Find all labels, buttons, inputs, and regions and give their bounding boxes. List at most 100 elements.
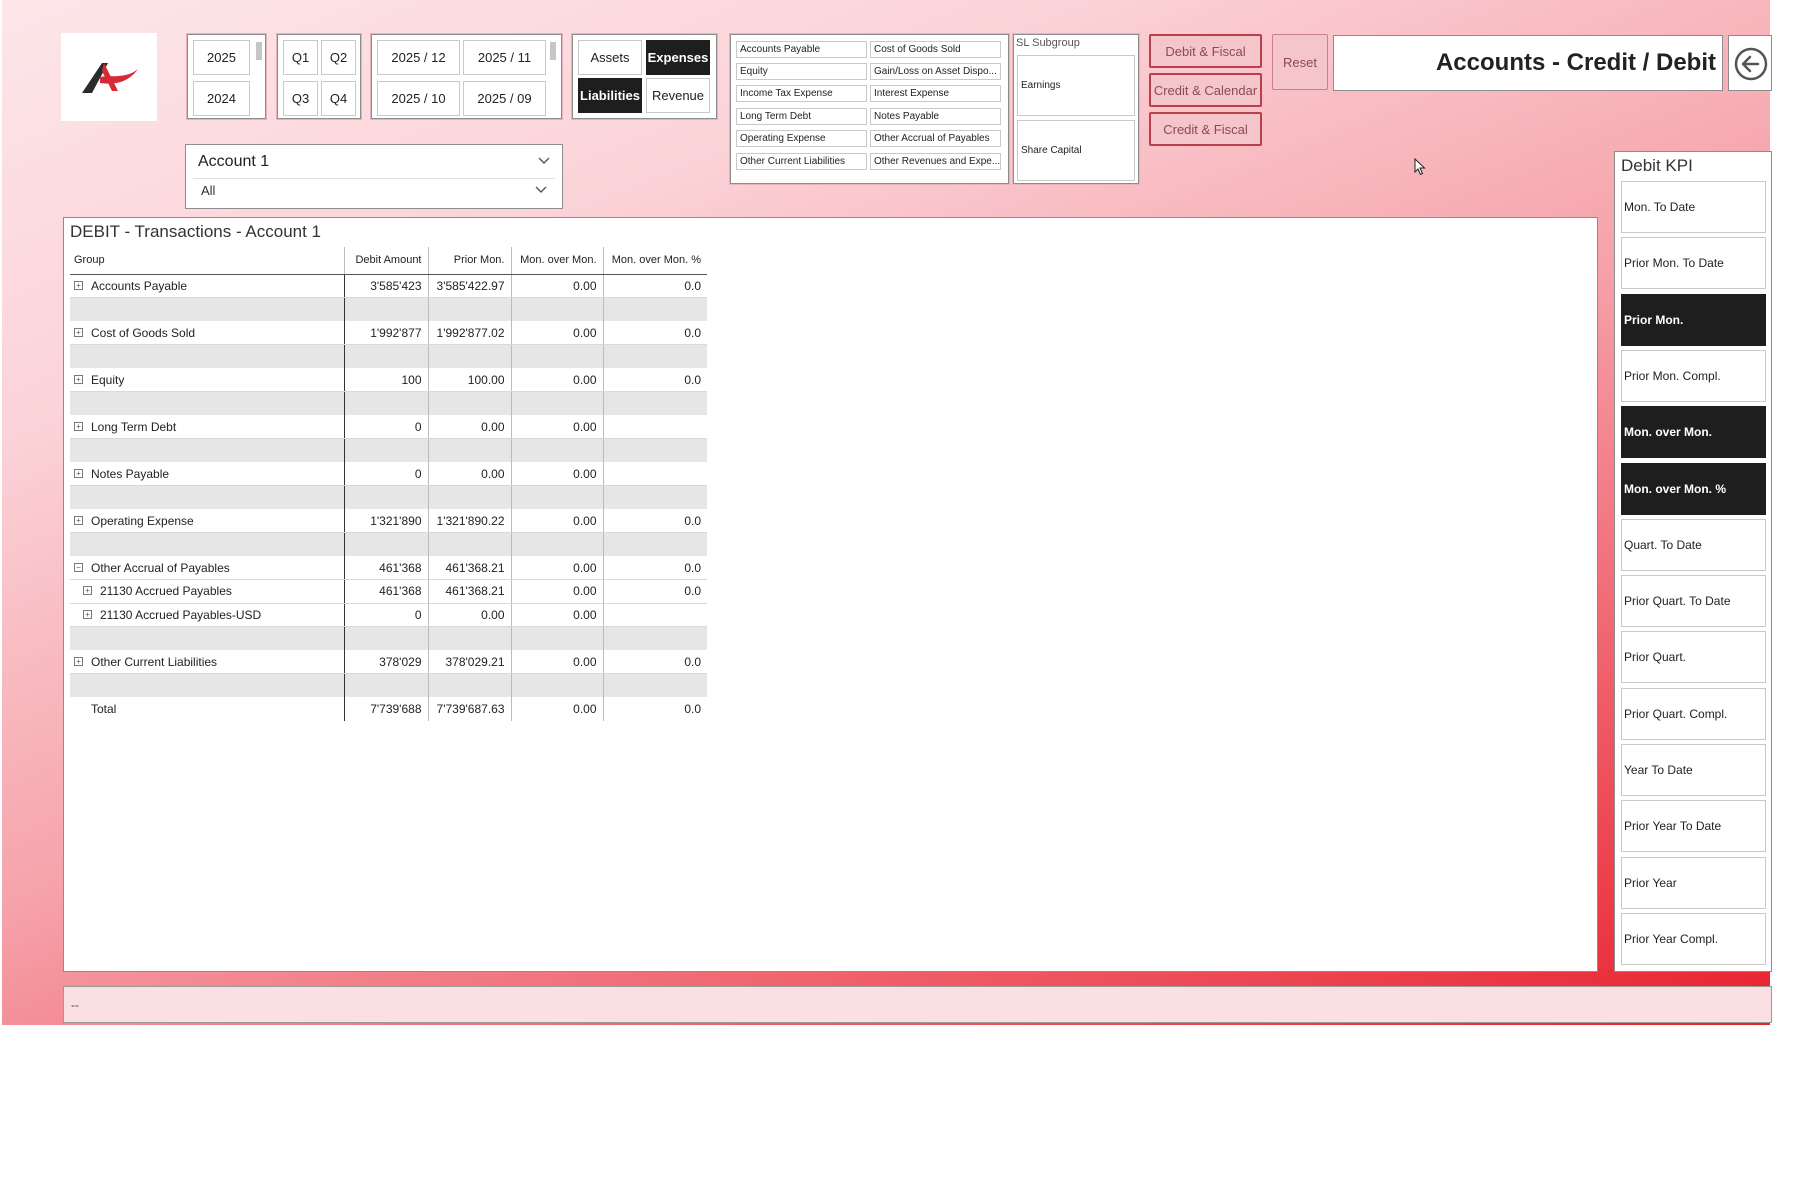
kpi-option[interactable]: Mon. over Mon. bbox=[1621, 406, 1766, 459]
collapse-icon[interactable]: − bbox=[74, 562, 83, 572]
column-header[interactable]: Debit Amount bbox=[344, 247, 429, 275]
row-group-label: Cost of Goods Sold bbox=[91, 325, 196, 340]
quarter-option[interactable]: Q2 bbox=[321, 40, 356, 75]
kpi-option[interactable]: Prior Year Compl. bbox=[1621, 912, 1766, 965]
group-option[interactable]: Long Term Debt bbox=[736, 108, 867, 125]
kpi-option[interactable]: Prior Quart. To Date bbox=[1621, 575, 1766, 628]
reset-button[interactable]: Reset bbox=[1272, 34, 1328, 90]
row-group-cell: + Equity bbox=[70, 368, 344, 392]
spacer-cell bbox=[343, 438, 429, 462]
debit-fiscal-button[interactable]: Debit & Fiscal bbox=[1149, 34, 1262, 68]
chevron-down-icon[interactable] bbox=[538, 157, 550, 165]
column-header[interactable]: Prior Mon. bbox=[428, 247, 512, 275]
group-option[interactable]: Gain/Loss on Asset Dispo... bbox=[870, 63, 1001, 80]
group-option[interactable]: Other Revenues and Expe... bbox=[870, 153, 1001, 170]
account-select[interactable]: All bbox=[193, 178, 555, 202]
quarter-option[interactable]: Q4 bbox=[321, 81, 356, 116]
column-header[interactable]: Mon. over Mon. bbox=[511, 247, 604, 275]
table-spacer-row bbox=[70, 626, 707, 650]
row-group-cell: +21130 Accrued Payables-USD bbox=[70, 603, 344, 627]
category-assets[interactable]: Assets bbox=[578, 40, 642, 75]
kpi-option[interactable]: Mon. To Date bbox=[1621, 181, 1766, 233]
credit-fiscal-button[interactable]: Credit & Fiscal bbox=[1149, 112, 1262, 146]
row-debit-cell: 3'585'423 bbox=[343, 274, 429, 298]
total-debit-cell: 7'739'688 bbox=[343, 697, 429, 721]
kpi-option[interactable]: Year To Date bbox=[1621, 744, 1766, 796]
kpi-option[interactable]: Prior Quart. bbox=[1621, 631, 1766, 684]
expand-icon[interactable]: + bbox=[74, 280, 83, 290]
group-option[interactable]: Other Accrual of Payables bbox=[870, 130, 1001, 147]
chevron-down-icon[interactable] bbox=[535, 186, 547, 194]
column-header[interactable]: Group bbox=[70, 247, 345, 275]
month-scrollbar[interactable] bbox=[550, 42, 556, 60]
row-debit-cell: 461'368 bbox=[343, 579, 429, 604]
quarter-option[interactable]: Q3 bbox=[283, 81, 318, 116]
spacer-cell bbox=[343, 344, 429, 368]
category-revenue[interactable]: Revenue bbox=[646, 78, 710, 113]
row-group-cell: − Other Accrual of Payables bbox=[70, 556, 344, 580]
credit-calendar-button[interactable]: Credit & Calendar bbox=[1149, 73, 1262, 107]
expand-icon[interactable]: + bbox=[74, 656, 83, 666]
month-option[interactable]: 2025 / 12 bbox=[377, 40, 460, 75]
kpi-option[interactable]: Prior Year bbox=[1621, 856, 1766, 909]
spacer-cell bbox=[70, 485, 344, 509]
expand-icon[interactable]: + bbox=[74, 374, 83, 384]
category-expenses[interactable]: Expenses bbox=[646, 40, 710, 75]
row-group-cell: + Other Current Liabilities bbox=[70, 650, 344, 674]
column-header[interactable]: Mon. over Mon. % bbox=[603, 247, 707, 275]
group-option[interactable]: Operating Expense bbox=[736, 130, 867, 147]
group-option[interactable]: Equity bbox=[736, 63, 867, 80]
subgroup-option[interactable]: Share Capital bbox=[1017, 120, 1135, 181]
quarter-option[interactable]: Q1 bbox=[283, 40, 318, 75]
kpi-option[interactable]: Mon. over Mon. % bbox=[1621, 462, 1766, 515]
row-prior-cell: 1'321'890.22 bbox=[428, 509, 512, 533]
kpi-option[interactable]: Prior Year To Date bbox=[1621, 800, 1766, 853]
year-scrollbar[interactable] bbox=[256, 42, 262, 60]
kpi-option[interactable]: Quart. To Date bbox=[1621, 518, 1766, 571]
spacer-cell bbox=[428, 532, 512, 556]
expand-icon[interactable]: + bbox=[83, 609, 92, 619]
spacer-cell bbox=[511, 673, 604, 697]
spacer-cell bbox=[343, 297, 429, 321]
kpi-option[interactable]: Prior Mon. Compl. bbox=[1621, 349, 1766, 402]
group-option[interactable]: Interest Expense bbox=[870, 85, 1001, 102]
spacer-cell bbox=[70, 391, 344, 415]
row-mom-cell: 0.00 bbox=[511, 274, 604, 298]
back-button[interactable] bbox=[1728, 35, 1772, 91]
spacer-cell bbox=[511, 391, 604, 415]
group-option[interactable]: Notes Payable bbox=[870, 108, 1001, 125]
row-debit-cell: 1'321'890 bbox=[343, 509, 429, 533]
group-option[interactable]: Income Tax Expense bbox=[736, 85, 867, 102]
month-option[interactable]: 2025 / 09 bbox=[463, 81, 546, 116]
expand-icon[interactable]: + bbox=[83, 586, 92, 596]
kpi-option[interactable]: Prior Quart. Compl. bbox=[1621, 687, 1766, 740]
row-group-label: 21130 Accrued Payables bbox=[100, 584, 232, 599]
group-option[interactable]: Accounts Payable bbox=[736, 41, 867, 58]
spacer-cell bbox=[70, 297, 344, 321]
category-liabilities[interactable]: Liabilities bbox=[578, 78, 642, 113]
expand-icon[interactable]: + bbox=[74, 421, 83, 431]
subgroup-title: SL Subgroup bbox=[1016, 37, 1080, 49]
month-slicer: 2025 / 12 2025 / 11 2025 / 10 2025 / 09 bbox=[371, 34, 562, 119]
expand-icon[interactable]: + bbox=[74, 515, 83, 525]
group-option[interactable]: Cost of Goods Sold bbox=[870, 41, 1001, 58]
kpi-title: Debit KPI bbox=[1621, 156, 1693, 175]
table-row: − Other Accrual of Payables 461'368 461'368… bbox=[70, 556, 707, 580]
expand-icon[interactable]: + bbox=[74, 327, 83, 337]
row-mom-pct-cell: 0.0 bbox=[603, 650, 707, 674]
table-row: + Accounts Payable 3'585'423 3'585'422.97 0.… bbox=[70, 274, 707, 298]
row-group-label: Operating Expense bbox=[91, 513, 194, 528]
group-option[interactable]: Other Current Liabilities bbox=[736, 153, 867, 170]
year-option[interactable]: 2025 bbox=[193, 40, 250, 75]
spacer-cell bbox=[428, 673, 512, 697]
spacer-cell bbox=[603, 344, 707, 368]
subgroup-option[interactable]: Earnings bbox=[1017, 55, 1135, 116]
expand-icon[interactable]: + bbox=[74, 468, 83, 478]
table-spacer-row bbox=[70, 485, 707, 509]
row-group-cell: + Long Term Debt bbox=[70, 415, 344, 439]
month-option[interactable]: 2025 / 11 bbox=[463, 40, 546, 75]
kpi-option[interactable]: Prior Mon. To Date bbox=[1621, 237, 1766, 290]
month-option[interactable]: 2025 / 10 bbox=[377, 81, 460, 116]
year-option[interactable]: 2024 bbox=[193, 81, 250, 116]
kpi-option[interactable]: Prior Mon. bbox=[1621, 293, 1766, 346]
